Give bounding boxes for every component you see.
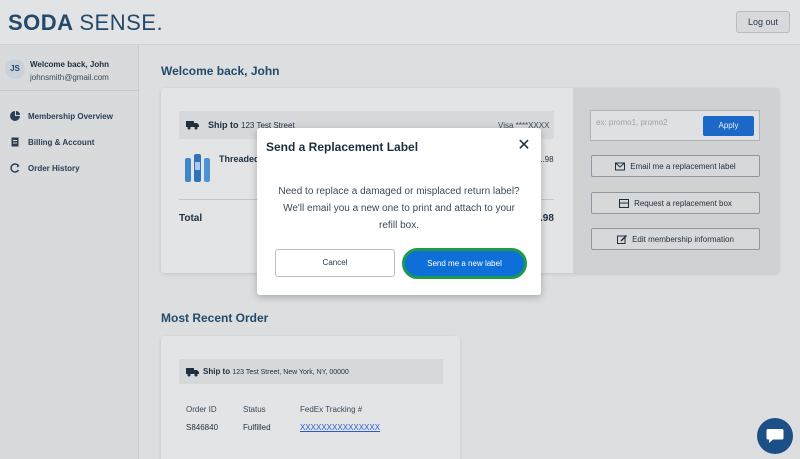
close-icon[interactable]: ✕ [516,138,532,154]
top-header: SODA SENSE. Log out [0,0,800,45]
tracking-link[interactable]: XXXXXXXXXXXXXXX [300,423,380,432]
apply-button[interactable]: Apply [703,116,754,136]
page-title: Welcome back, John [161,64,280,78]
document-icon [11,137,19,147]
ship-to-label: Ship to 123 Test Street, New York, NY, 0… [203,367,349,376]
cancel-button[interactable]: Cancel [275,249,395,277]
edit-membership-button[interactable]: Edit membership information [591,228,760,250]
order-id: S846840 [186,423,219,432]
modal-title: Send a Replacement Label [266,140,419,154]
mail-icon [615,162,626,170]
chat-button[interactable] [757,418,793,454]
ship-to-bar: Ship to 123 Test Street, New York, NY, 0… [179,359,443,384]
sidebar-item-label: Membership Overview [28,111,113,121]
send-new-label-button[interactable]: Send me a new label [402,248,527,279]
soda-sense-logo[interactable]: SODA SENSE. [8,10,163,36]
request-replacement-box-button[interactable]: Request a replacement box [591,192,760,214]
sidebar-item-label: Order History [28,163,80,173]
total-label: Total [179,213,203,224]
replacement-label-modal: Send a Replacement Label ✕ Need to repla… [257,128,541,295]
recent-order-card [161,336,460,459]
promo-code-input[interactable]: ex: promo1, promo2 [596,118,696,134]
user-profile: JS Welcome back, John johnsmith@gmail.co… [0,45,139,91]
box-icon [619,198,630,208]
product-name: Threaded [219,154,260,164]
order-status: Fulfilled [243,423,271,432]
button-label: Edit membership information [632,234,734,244]
column-header: Status [243,405,266,414]
sidebar-item-label: Billing & Account [28,137,95,147]
sidebar-item-billing[interactable]: Billing & Account [10,135,94,149]
sidebar-item-membership-overview[interactable]: Membership Overview [10,109,113,123]
sidebar: JS Welcome back, John johnsmith@gmail.co… [0,45,139,459]
pie-chart-icon [10,111,20,121]
button-label: Request a replacement box [634,198,732,208]
avatar: JS [5,59,25,79]
sidebar-item-order-history[interactable]: Order History [10,161,80,175]
logo-bold: SODA [8,10,73,35]
button-label: Email me a replacement label [630,161,736,171]
total-value: .98 [540,213,554,224]
section-title: Most Recent Order [161,311,269,325]
truck-icon [186,121,199,130]
product-image [185,154,210,182]
user-email: johnsmith@gmail.com [30,73,109,82]
ship-to-address: 123 Test Street, New York, NY, 00000 [232,369,349,376]
truck-icon [186,368,199,377]
column-header: FedEx Tracking # [300,405,363,414]
refresh-icon [10,163,20,173]
logout-button[interactable]: Log out [736,11,790,33]
chat-bubble-icon [766,429,784,443]
column-header: Order ID [186,405,217,414]
modal-body: Need to replace a damaged or misplaced r… [278,186,520,231]
logo-thin: SENSE. [79,10,164,35]
email-replacement-label-button[interactable]: Email me a replacement label [591,155,760,177]
edit-icon [617,234,628,244]
user-name: Welcome back, John [30,60,109,69]
